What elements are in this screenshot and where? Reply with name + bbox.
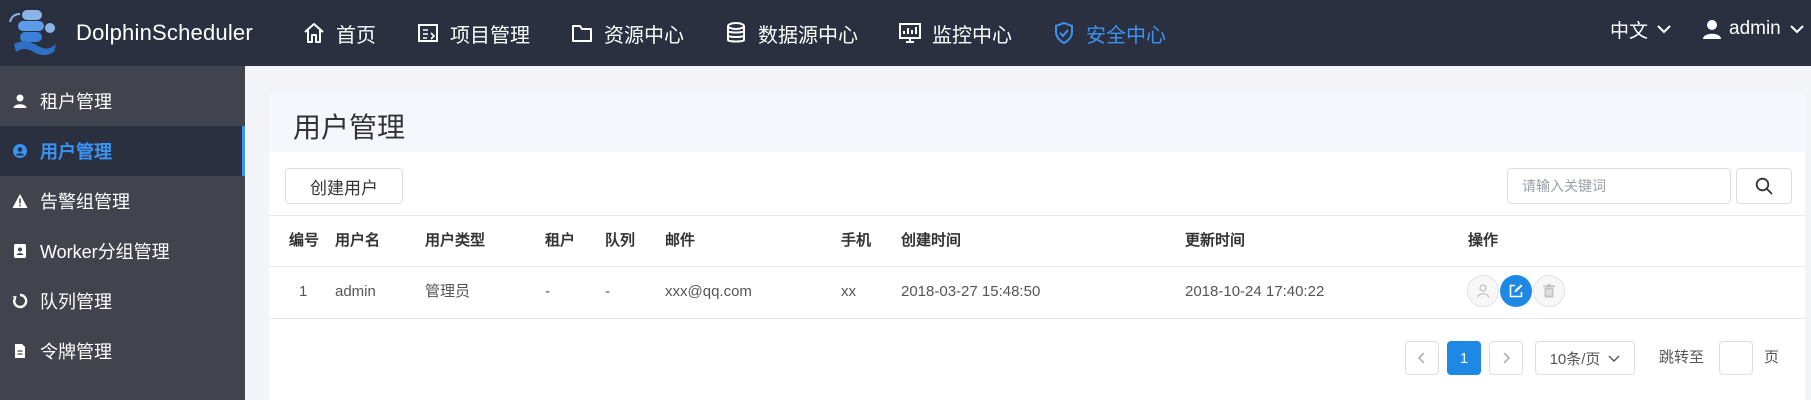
chevron-left-icon [1417,352,1425,364]
search-input[interactable] [1507,168,1731,204]
next-page-button[interactable] [1489,341,1523,375]
sidebar-item-label: 队列管理 [40,292,112,312]
delete-button[interactable] [1533,275,1565,307]
id-card-icon [14,244,26,258]
cell-update-time: 2018-10-24 17:40:22 [1185,283,1325,300]
cell-queue: - [605,283,610,300]
cell-id: 1 [299,283,308,300]
cell-create-time: 2018-03-27 15:48:50 [901,283,1041,300]
sidebar-item-label: Worker分组管理 [40,242,170,262]
column-header-update-time: 更新时间 [1185,232,1246,249]
user-menu[interactable]: admin [1703,14,1805,44]
jump-label: 跳转至 [1659,349,1705,366]
trash-icon [1543,284,1555,298]
chevron-down-icon [1608,355,1620,362]
sidebar-item-label: 用户管理 [40,142,112,162]
database-icon [727,22,745,43]
edit-button[interactable] [1500,275,1532,307]
main-content: 用户管理 创建用户 编号 用户名 用户类型 租户 队列 邮件 手机 创建时间 更… [269,92,1805,400]
sidebar-item-label: 租户管理 [40,92,112,112]
language-selector[interactable]: 中文 [1610,14,1672,44]
edit-icon [1509,284,1523,298]
sidebar-item-alert-groups[interactable]: 告警组管理 [0,176,245,226]
cell-phone: xx [841,283,856,300]
jump-page-input[interactable] [1719,341,1753,375]
nav-datasource[interactable]: 数据源中心 [724,0,858,66]
top-navbar: DolphinScheduler 首页 项目管理 资源中心 数据源中心 监控中心… [0,0,1811,66]
nav-home[interactable]: 首页 [302,0,376,66]
nav-resources[interactable]: 资源中心 [570,0,684,66]
nav-label: 首页 [336,24,376,47]
file-icon [15,344,25,358]
search-icon [1755,177,1773,195]
project-icon [418,24,438,42]
cell-email: xxx@qq.com [665,283,752,300]
search-button[interactable] [1736,168,1792,204]
page-size-label: 10条/页 [1549,350,1601,368]
page-title: 用户管理 [293,112,406,143]
sidebar: 租户管理 用户管理 告警组管理 Worker分组管理 队列管理 令牌管理 [0,66,245,400]
sidebar-item-queues[interactable]: 队列管理 [0,276,245,326]
column-header-tenant: 租户 [545,232,576,249]
page-number[interactable]: 1 [1447,341,1481,375]
nav-projects[interactable]: 项目管理 [416,0,530,66]
nav-label: 项目管理 [450,24,530,47]
nav-label: 数据源中心 [758,24,858,47]
user-icon [1703,20,1721,39]
shield-icon [1055,21,1073,45]
nav-monitor[interactable]: 监控中心 [898,0,1012,66]
prev-page-button[interactable] [1405,341,1439,375]
table-row: 1 admin 管理员 - - xxx@qq.com xx 2018-03-27… [269,267,1805,319]
dolphin-logo-icon [9,10,56,55]
sidebar-item-worker-groups[interactable]: Worker分组管理 [0,226,245,276]
sidebar-item-users[interactable]: 用户管理 [0,126,245,176]
user-circle-icon [13,144,27,158]
cell-username: admin [335,283,376,300]
column-header-email: 邮件 [665,232,696,249]
cell-user-type: 管理员 [425,283,471,300]
username: admin [1729,18,1781,39]
column-header-actions: 操作 [1468,232,1499,249]
column-header-username: 用户名 [335,232,381,249]
main-nav: 首页 项目管理 资源中心 数据源中心 监控中心 安全中心 [302,0,1206,66]
chevron-right-icon [1503,352,1511,364]
authorize-button[interactable] [1467,275,1499,307]
column-header-phone: 手机 [841,232,872,249]
table-header: 编号 用户名 用户类型 租户 队列 邮件 手机 创建时间 更新时间 操作 [269,215,1805,267]
logo[interactable]: DolphinScheduler [8,8,253,58]
language-label: 中文 [1610,20,1649,42]
sidebar-item-tenant[interactable]: 租户管理 [0,76,245,126]
column-header-id: 编号 [289,232,320,249]
home-icon [304,23,324,43]
cell-tenant: - [545,283,550,300]
recycle-icon [12,293,28,309]
sidebar-item-label: 告警组管理 [40,192,130,212]
folder-icon [572,25,592,42]
column-header-user-type: 用户类型 [425,232,486,249]
page-size-select[interactable]: 10条/页 [1535,341,1635,375]
warning-icon [12,194,28,208]
user-icon [1476,284,1490,298]
app-name: DolphinScheduler [76,20,253,45]
nav-security[interactable]: 安全中心 [1052,0,1166,66]
chevron-down-icon [1790,25,1804,34]
nav-label: 监控中心 [932,24,1012,47]
user-icon [13,94,27,108]
column-header-create-time: 创建时间 [901,232,962,249]
nav-label: 资源中心 [604,24,684,47]
sidebar-item-tokens[interactable]: 令牌管理 [0,326,245,376]
chevron-down-icon [1657,25,1671,34]
sidebar-item-label: 令牌管理 [40,342,112,362]
nav-label: 安全中心 [1086,24,1166,47]
title-bar: 用户管理 [269,92,1805,152]
create-user-button[interactable]: 创建用户 [285,168,403,204]
monitor-icon [899,23,921,43]
page-unit-label: 页 [1764,349,1780,366]
column-header-queue: 队列 [605,232,636,249]
